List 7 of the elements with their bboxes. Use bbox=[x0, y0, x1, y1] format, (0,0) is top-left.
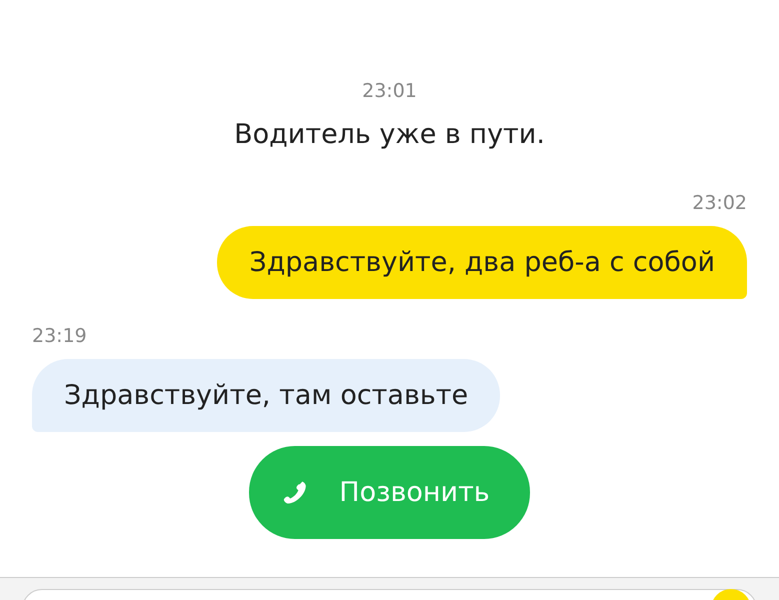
system-message: Водитель уже в пути. bbox=[234, 118, 545, 152]
call-button[interactable]: Позвонить bbox=[249, 446, 530, 539]
message-time: 23:02 bbox=[692, 191, 747, 216]
incoming-message: Здравствуйте, там оставьте bbox=[32, 359, 500, 432]
message-time: 23:19 bbox=[32, 324, 87, 349]
message-time: 23:01 bbox=[362, 79, 417, 104]
outgoing-message: Здравствуйте, два реб-а с собой bbox=[217, 226, 747, 299]
